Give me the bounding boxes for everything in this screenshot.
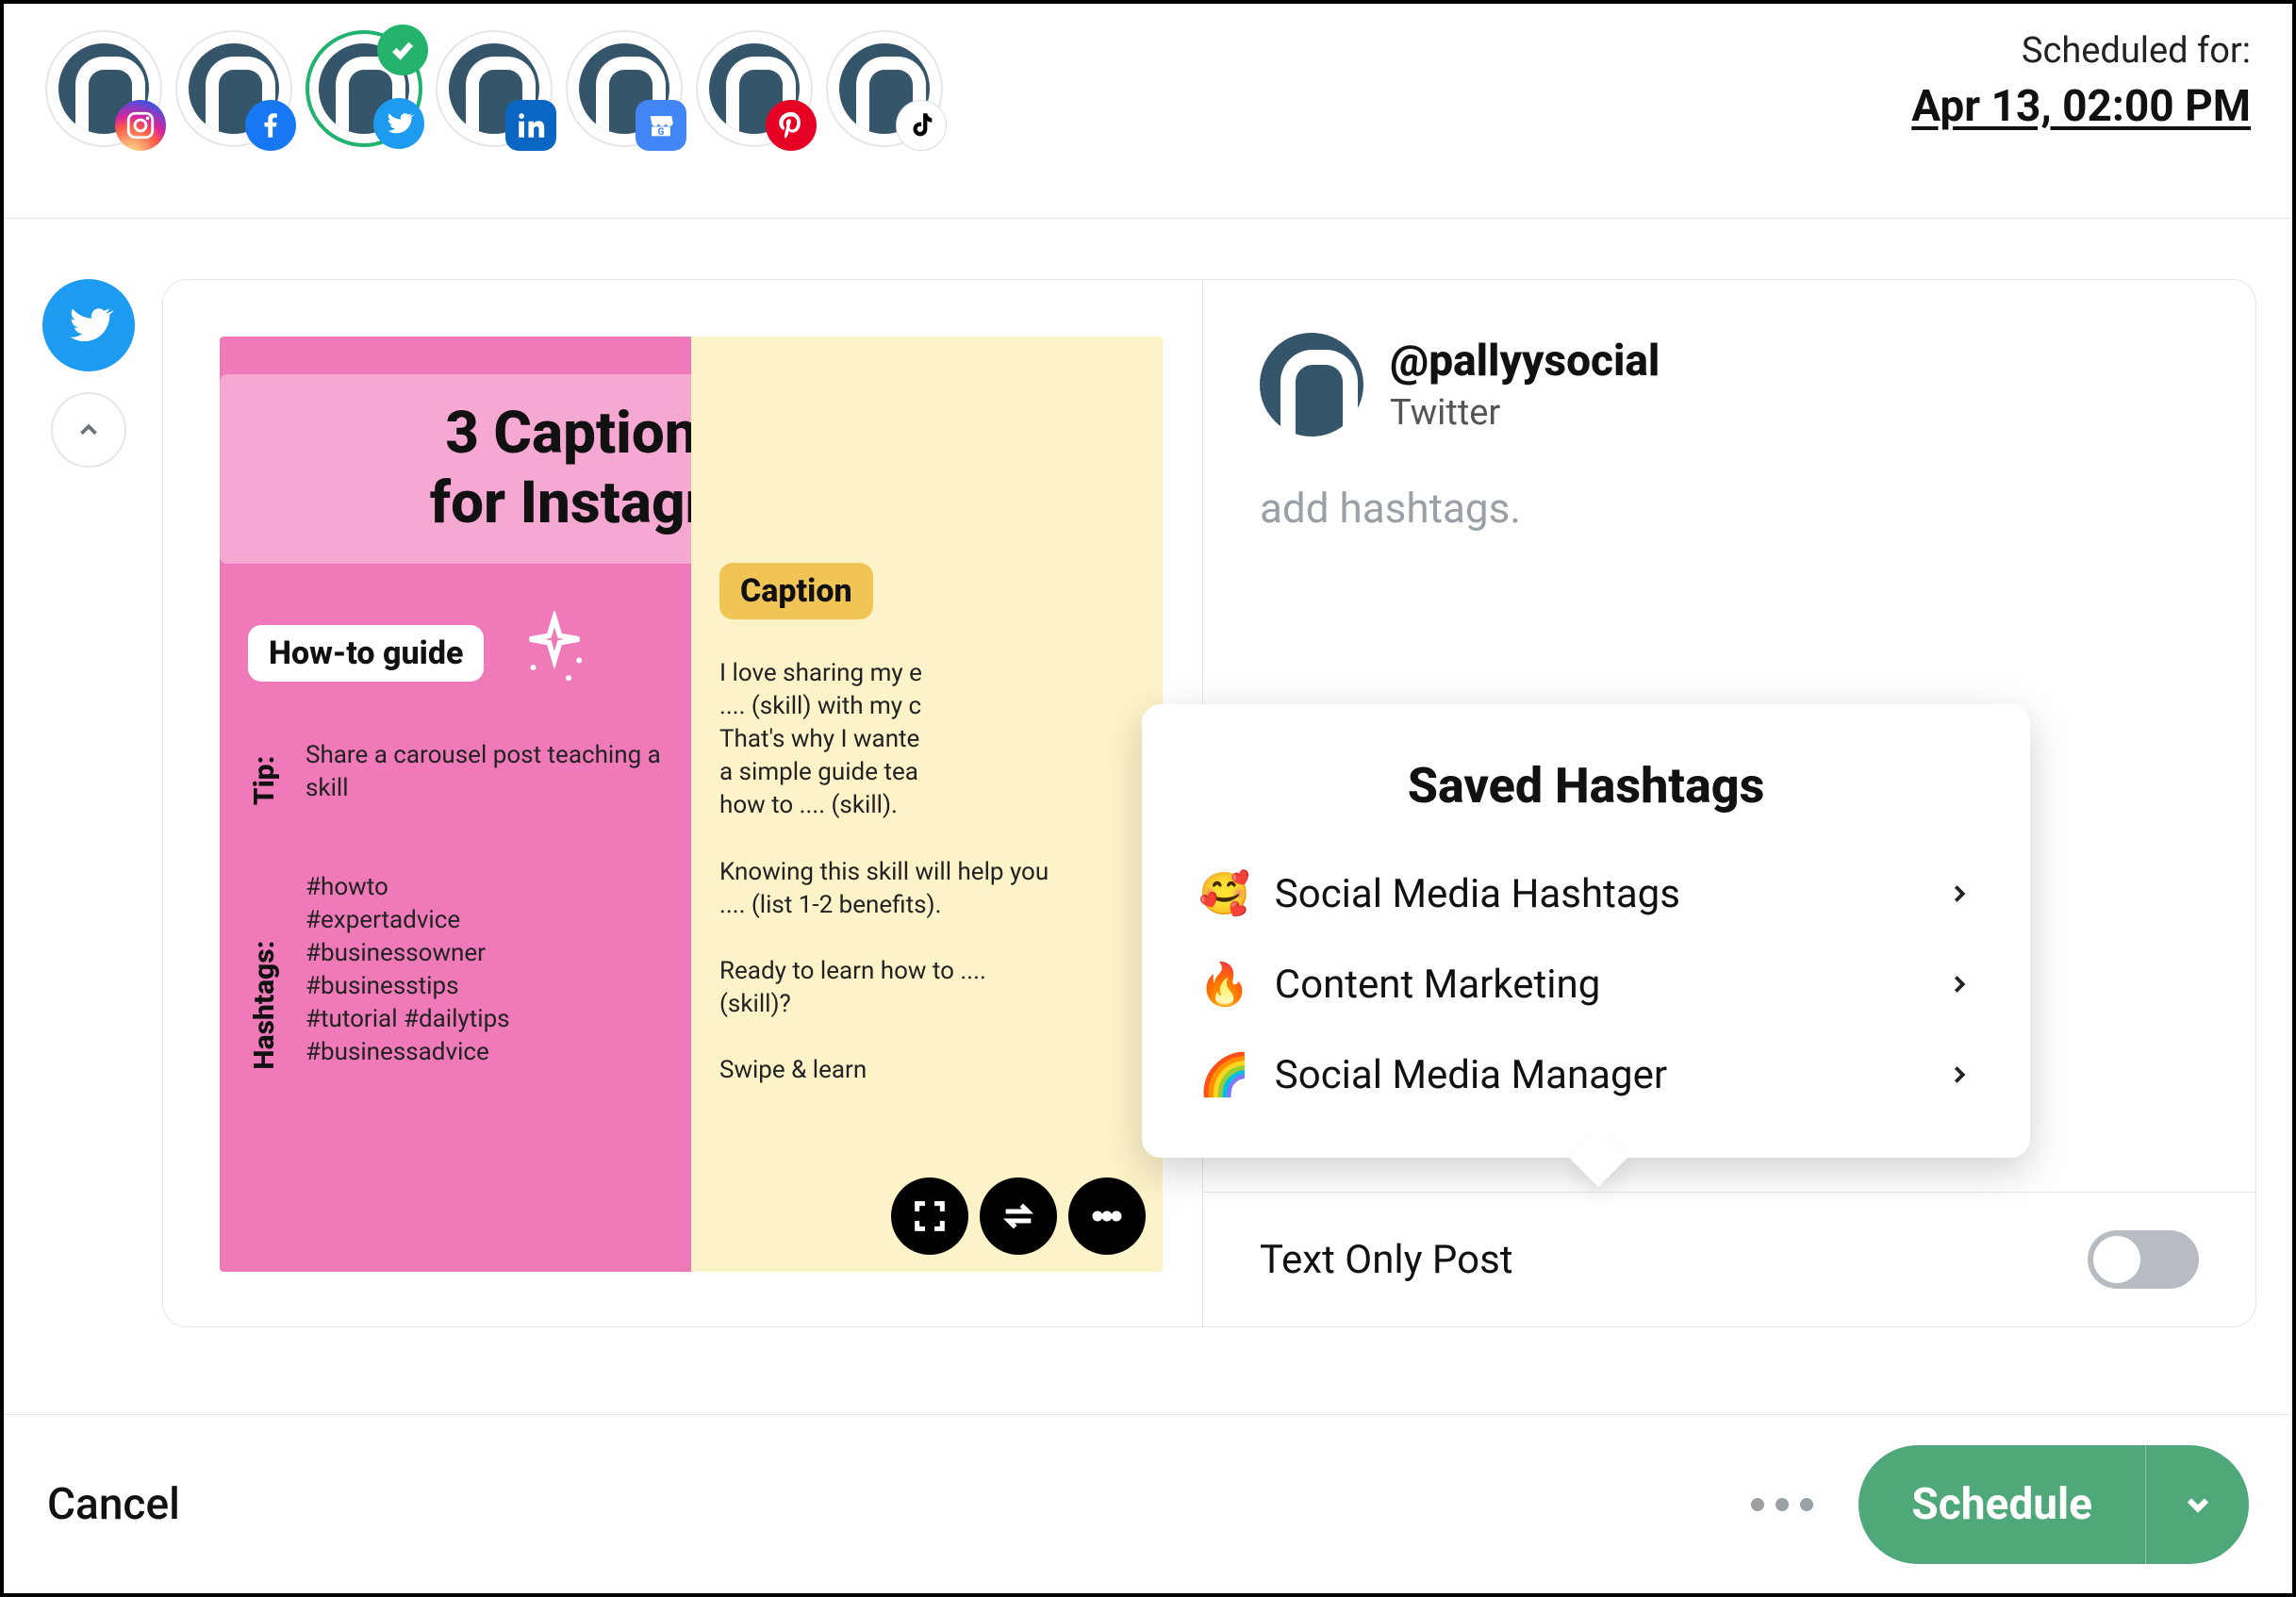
sparkle-icon	[512, 611, 597, 696]
swap-icon	[999, 1197, 1037, 1235]
collapse-button[interactable]	[51, 392, 126, 468]
account-platform: Twitter	[1390, 392, 1660, 434]
footer-more-button[interactable]	[1751, 1498, 1813, 1511]
media-more-button[interactable]	[1068, 1177, 1146, 1255]
google-icon: G	[636, 100, 686, 151]
emoji: 🔥	[1198, 960, 1250, 1009]
cancel-button[interactable]: Cancel	[47, 1479, 180, 1530]
account-row: @pallyysocial Twitter	[1203, 280, 2255, 446]
account-twitter[interactable]	[306, 30, 422, 147]
image-left-pill: How-to guide	[248, 625, 484, 682]
tip-label: Tip:	[248, 739, 281, 805]
linkedin-icon	[505, 100, 556, 151]
svg-text:G: G	[658, 127, 665, 138]
account-linkedin[interactable]	[436, 30, 553, 147]
chevron-up-icon	[74, 416, 103, 444]
tip-text: Share a carousel post teaching a skill	[306, 739, 663, 805]
hashtag-group-2[interactable]: 🌈 Social Media Manager	[1195, 1029, 1977, 1120]
chevron-down-icon	[2181, 1488, 2215, 1522]
scheduled-datetime[interactable]: Apr 13, 02:00 PM	[1911, 81, 2251, 132]
account-facebook[interactable]	[175, 30, 292, 147]
fullscreen-icon	[911, 1197, 949, 1235]
hashtag-group-0[interactable]: 🥰 Social Media Hashtags	[1195, 848, 1977, 939]
facebook-icon	[245, 100, 296, 151]
hashtag-group-1[interactable]: 🔥 Content Marketing	[1195, 939, 1977, 1029]
scheduled-for: Scheduled for: Apr 13, 02:00 PM	[1911, 30, 2251, 132]
app-frame: G Scheduled for: Apr 13, 02:00 PM	[0, 0, 2296, 1597]
scheduled-label: Scheduled for:	[1911, 30, 2251, 72]
header: G Scheduled for: Apr 13, 02:00 PM	[4, 4, 2292, 219]
post-card: 3 Caption Prompts for Instagram Posts Ho…	[162, 279, 2256, 1327]
active-network-chip[interactable]	[42, 279, 135, 371]
text-only-row: Text Only Post	[1203, 1192, 2255, 1326]
pinterest-icon	[766, 100, 817, 151]
media-preview: 3 Caption Prompts for Instagram Posts Ho…	[163, 280, 1202, 1326]
schedule-dropdown[interactable]	[2145, 1445, 2249, 1564]
twitter-icon	[62, 299, 115, 352]
composer-body: 3 Caption Prompts for Instagram Posts Ho…	[4, 219, 2292, 1350]
caption-text: I love sharing my e .... (skill) with my…	[719, 657, 1134, 1087]
hashtags-text: #howto #expertadvice #businessowner #bus…	[306, 871, 510, 1070]
media-controls	[891, 1177, 1146, 1255]
post-image[interactable]: 3 Caption Prompts for Instagram Posts Ho…	[220, 337, 1163, 1272]
popover-title: Saved Hashtags	[1195, 757, 1977, 815]
more-icon	[1088, 1197, 1126, 1235]
twitter-icon	[373, 98, 424, 149]
instagram-icon	[115, 100, 166, 151]
swap-button[interactable]	[980, 1177, 1057, 1255]
caption-placeholder[interactable]: add hashtags.	[1203, 446, 2255, 570]
saved-hashtags-popover: Saved Hashtags 🥰 Social Media Hashtags 🔥 C…	[1142, 704, 2030, 1158]
fullscreen-button[interactable]	[891, 1177, 968, 1255]
account-pinterest[interactable]	[696, 30, 813, 147]
emoji: 🥰	[1198, 869, 1250, 918]
footer: Cancel Schedule	[4, 1414, 2292, 1593]
emoji: 🌈	[1198, 1050, 1250, 1099]
avatar	[1260, 333, 1363, 436]
network-column	[40, 279, 138, 1350]
hashtags-label: Hashtags:	[248, 871, 281, 1070]
chevron-right-icon	[1945, 880, 1974, 908]
hashtag-group-label: Social Media Manager	[1275, 1052, 1667, 1098]
account-picker: G	[45, 30, 943, 147]
text-only-toggle[interactable]	[2088, 1230, 2199, 1289]
text-only-label: Text Only Post	[1260, 1237, 1513, 1283]
account-handle: @pallyysocial	[1390, 336, 1660, 387]
schedule-label: Schedule	[1858, 1479, 2145, 1530]
schedule-button[interactable]: Schedule	[1858, 1445, 2249, 1564]
chevron-right-icon	[1945, 1061, 1974, 1089]
chevron-right-icon	[1945, 970, 1974, 998]
hashtag-group-label: Content Marketing	[1275, 962, 1600, 1008]
account-google[interactable]: G	[566, 30, 683, 147]
account-instagram[interactable]	[45, 30, 162, 147]
tiktok-icon	[896, 100, 947, 151]
account-tiktok[interactable]	[826, 30, 943, 147]
hashtag-group-label: Social Media Hashtags	[1275, 871, 1680, 917]
check-icon	[377, 25, 428, 75]
image-right-pill: Caption	[719, 563, 873, 619]
